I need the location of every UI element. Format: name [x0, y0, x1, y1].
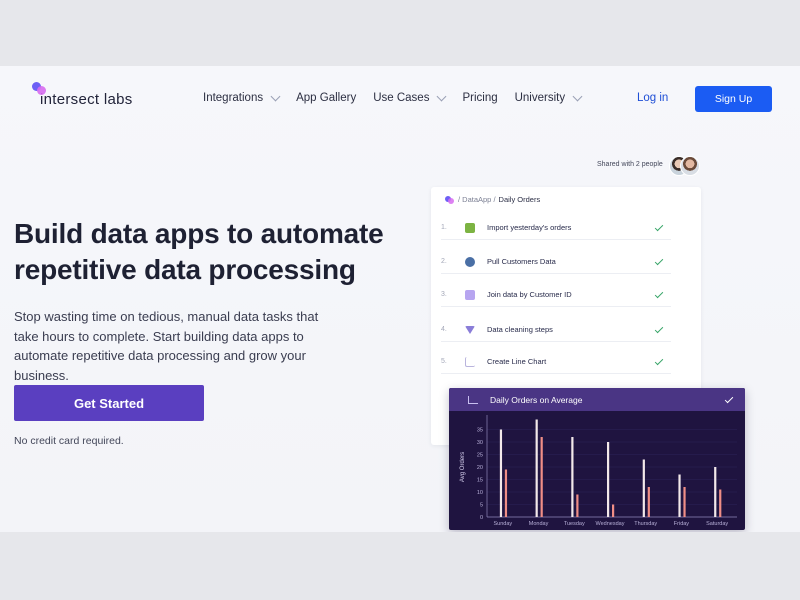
- bar-chart-icon: [468, 395, 478, 404]
- logo-mark-icon: [32, 82, 46, 96]
- step-number: 4.: [441, 326, 447, 333]
- nav-label: Use Cases: [373, 92, 430, 104]
- bar: [499, 429, 503, 517]
- nav-item-use-cases[interactable]: Use Cases: [373, 91, 447, 104]
- main-nav: Integrations App Gallery Use Cases Prici…: [203, 91, 598, 104]
- bar: [607, 442, 610, 517]
- y-tick-label: 25: [477, 453, 483, 459]
- landing-page: intersect labs Integrations App Gallery …: [0, 66, 800, 532]
- nav-label: Integrations: [203, 92, 264, 104]
- bar: [678, 474, 681, 517]
- chevron-down-icon: [572, 91, 583, 101]
- x-tick-label: Thursday: [634, 521, 657, 527]
- database-icon: [465, 256, 475, 267]
- step-number: 3.: [441, 291, 447, 298]
- bar: [612, 504, 615, 517]
- avatar[interactable]: [680, 156, 700, 176]
- bar: [714, 467, 717, 517]
- hero-title: Build data apps to automate repetitive d…: [14, 218, 384, 285]
- y-tick-label: 15: [477, 478, 483, 484]
- nav-item-app-gallery[interactable]: App Gallery: [296, 92, 356, 104]
- bar: [642, 459, 645, 517]
- checkmark-icon: [654, 222, 664, 231]
- chevron-down-icon: [270, 91, 281, 101]
- bar: [571, 437, 574, 517]
- bar: [647, 487, 650, 517]
- step-label: Import yesterday's orders: [487, 223, 572, 232]
- workflow-step-line-chart[interactable]: 5. Create Line Chart: [441, 350, 671, 374]
- x-tick-label: Saturday: [706, 521, 728, 527]
- step-label: Data cleaning steps: [487, 325, 553, 334]
- nav-label: Pricing: [462, 92, 498, 104]
- nav-item-integrations[interactable]: Integrations: [203, 91, 281, 104]
- no-credit-card-note: No credit card required.: [14, 435, 124, 447]
- x-tick-label: Friday: [674, 521, 690, 527]
- workflow-step-pull-customers[interactable]: 2. Pull Customers Data: [441, 250, 671, 274]
- filter-icon: [465, 325, 475, 334]
- breadcrumb-current: Daily Orders: [498, 195, 541, 204]
- daily-orders-chart: Daily Orders on Average 0 5 10 15 20 25 30 35 Av…: [449, 388, 745, 530]
- checkmark-icon: [654, 256, 664, 265]
- join-icon: [465, 289, 475, 300]
- x-tick-label: Monday: [529, 521, 549, 527]
- y-axis-label: Avg Orders: [460, 452, 466, 482]
- step-number: 5.: [441, 358, 447, 365]
- workflow-step-cleaning[interactable]: 4. Data cleaning steps: [441, 318, 671, 342]
- y-tick-label: 30: [477, 440, 483, 446]
- y-tick-label: 10: [477, 490, 483, 496]
- bar: [504, 469, 508, 517]
- brand-logo[interactable]: intersect labs: [32, 82, 133, 108]
- workflow-step-import-orders[interactable]: 1. Import yesterday's orders: [441, 216, 671, 240]
- step-label: Create Line Chart: [487, 357, 547, 366]
- step-number: 2.: [441, 258, 447, 265]
- y-tick-label: 35: [477, 428, 483, 434]
- signup-button[interactable]: Sign Up: [695, 86, 772, 112]
- get-started-button[interactable]: Get Started: [14, 385, 204, 421]
- chevron-down-icon: [437, 91, 447, 101]
- y-tick-label: 5: [480, 503, 483, 509]
- brand-name: intersect labs: [40, 91, 133, 108]
- x-tick-label: Wednesday: [596, 521, 625, 527]
- nav-label: University: [514, 92, 566, 104]
- x-tick-label: Sunday: [494, 521, 513, 527]
- y-tick-label: 20: [477, 465, 483, 471]
- bar: [576, 494, 579, 517]
- x-tick-label: Tuesday: [564, 521, 585, 527]
- step-number: 1.: [441, 224, 447, 231]
- bar: [535, 419, 538, 517]
- checkmark-icon: [654, 289, 664, 298]
- chart-title: Daily Orders on Average: [490, 394, 583, 405]
- step-label: Pull Customers Data: [487, 257, 556, 266]
- chart-header: Daily Orders on Average: [449, 388, 745, 411]
- hero-subtitle: Stop wasting time on tedious, manual dat…: [14, 309, 319, 383]
- chart-plot: 0 5 10 15 20 25 30 35 Avg Orders Sunday Monday Tues…: [460, 415, 737, 527]
- nav-item-pricing[interactable]: Pricing: [462, 92, 497, 104]
- shopify-icon: [465, 222, 475, 233]
- breadcrumb-path[interactable]: / DataApp /: [458, 195, 496, 204]
- app-logo-icon: [445, 195, 454, 204]
- checkmark-icon: [654, 324, 664, 333]
- nav-item-university[interactable]: University: [514, 91, 583, 104]
- y-tick-label: 0: [480, 515, 483, 521]
- checkmark-icon: [724, 394, 734, 403]
- bar: [683, 487, 686, 517]
- shared-label: Shared with 2 people: [597, 161, 663, 168]
- bar: [719, 489, 722, 517]
- workflow-step-join-data[interactable]: 3. Join data by Customer ID: [441, 283, 671, 307]
- bar: [540, 437, 543, 517]
- checkmark-icon: [654, 356, 664, 365]
- breadcrumb: / DataApp / Daily Orders: [445, 195, 540, 204]
- line-chart-icon: [465, 356, 475, 367]
- step-label: Join data by Customer ID: [487, 290, 572, 299]
- login-link[interactable]: Log in: [637, 92, 668, 104]
- nav-label: App Gallery: [296, 92, 357, 104]
